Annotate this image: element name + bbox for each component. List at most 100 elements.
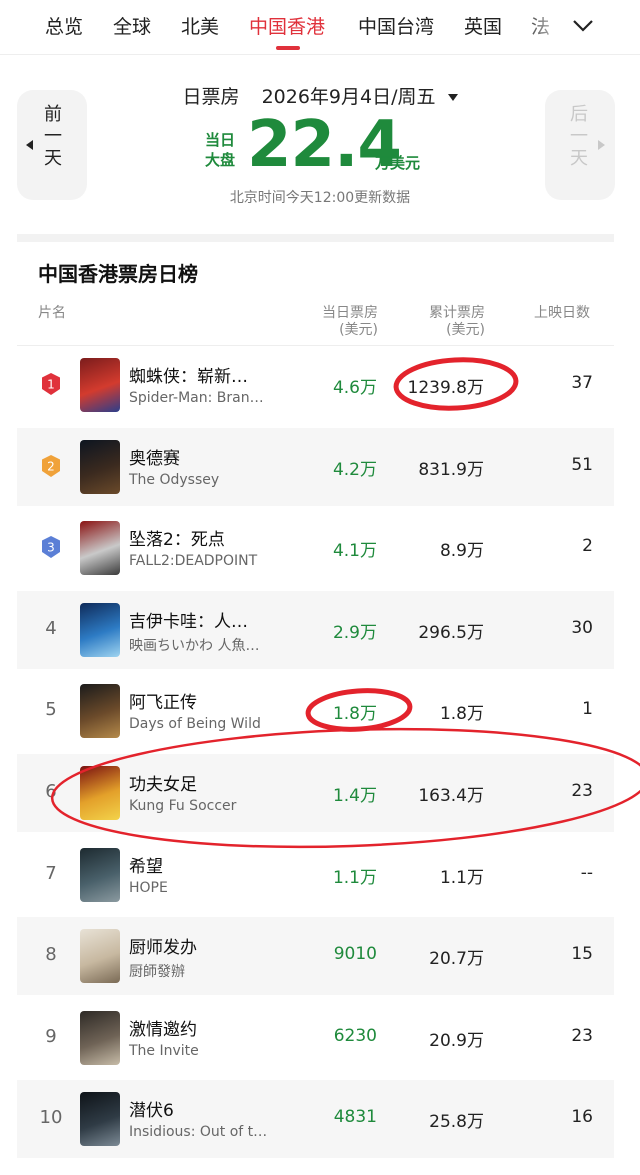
cumulative-gross: 8.9万 xyxy=(439,541,484,562)
table-row[interactable]: 8 厨师发办 厨師發辦 9010 20.7万 15 xyxy=(17,917,614,996)
days-in-release: 37 xyxy=(571,373,593,393)
movie-title-en: FALL2:DEADPOINT xyxy=(129,553,258,570)
tab-taiwan[interactable]: 中国台湾 xyxy=(358,12,434,39)
movie-poster[interactable] xyxy=(80,521,120,576)
movie-poster[interactable] xyxy=(80,358,120,412)
tab-global[interactable]: 全球 xyxy=(113,12,151,39)
movie-title-en: Kung Fu Soccer xyxy=(129,798,237,814)
table-row[interactable]: 5 阿飞正传 Days of Being Wild 1.8万 1.8万 1 xyxy=(17,672,614,750)
days-in-release: 51 xyxy=(571,454,593,475)
days-in-release: 23 xyxy=(571,1025,593,1046)
daily-gross: 9010 xyxy=(333,944,377,965)
col-header-cumulative[interactable]: 累计票房 (美元) xyxy=(425,305,485,339)
movie-title-cn: 奥德赛 xyxy=(129,448,180,469)
daily-gross: 4.2万 xyxy=(332,459,377,480)
days-in-release: -- xyxy=(580,862,593,883)
days-in-release: 23 xyxy=(571,781,593,801)
box-office-header: 前一天 后一天 日票房 2026年9月4日/周五 当日大盘 22.4 万美元 北… xyxy=(0,56,640,236)
cumulative-gross: 831.9万 xyxy=(418,459,484,480)
ranking-title: 中国香港票房日榜 xyxy=(38,262,198,286)
movie-title-cn: 吉伊卡哇：人… xyxy=(129,611,248,632)
movie-title-cn: 蜘蛛侠：崭新… xyxy=(129,367,248,387)
movie-poster[interactable] xyxy=(80,929,120,984)
daily-total: 当日大盘 22.4 万美元 xyxy=(205,112,445,182)
movie-title-cn: 阿飞正传 xyxy=(129,693,197,714)
rank-number: 7 xyxy=(45,862,57,884)
movie-poster[interactable] xyxy=(80,1010,120,1065)
daily-gross: 4.6万 xyxy=(332,378,377,398)
region-tabs: 总览 全球 北美 中国香港 中国台湾 英国 法 xyxy=(0,0,640,55)
col-header-daily[interactable]: 当日票房 (美元) xyxy=(318,305,378,339)
tab-uk[interactable]: 英国 xyxy=(464,12,502,39)
box-office-type: 日票房 xyxy=(182,86,240,108)
selected-date: 2026年9月4日/周五 xyxy=(261,86,436,108)
cumulative-gross: 20.7万 xyxy=(429,949,484,970)
table-row[interactable]: 6 功夫女足 Kung Fu Soccer 1.4万 163.4万 23 xyxy=(17,754,614,832)
col-header-cumulative-label: 累计票房 xyxy=(429,305,485,321)
movie-title-en: Insidious: Out of t… xyxy=(129,1124,268,1141)
chevron-down-icon[interactable] xyxy=(570,14,596,38)
movie-title-cn: 厨师发办 xyxy=(129,938,197,959)
movie-title-en: Days of Being Wild xyxy=(129,716,261,733)
cumulative-gross: 1239.8万 xyxy=(407,378,484,398)
daily-gross: 4.1万 xyxy=(332,541,377,562)
days-in-release: 1 xyxy=(582,699,593,720)
movie-poster[interactable] xyxy=(80,847,120,902)
table-row[interactable]: 10 潜伏6 Insidious: Out of t… 4831 25.8万 1… xyxy=(17,1080,614,1159)
total-label: 当日大盘 xyxy=(205,131,236,169)
cumulative-gross: 1.8万 xyxy=(439,704,484,725)
daily-gross: 1.4万 xyxy=(332,786,377,806)
movie-title-cn: 激情邀约 xyxy=(129,1019,197,1040)
days-in-release: 30 xyxy=(571,617,593,638)
movie-title-en: The Invite xyxy=(129,1042,199,1059)
cumulative-gross: 296.5万 xyxy=(418,622,484,643)
rank-number: 1 xyxy=(47,378,55,392)
next-day-label: 后一天 xyxy=(570,104,588,169)
rank-badge-icon: 1 xyxy=(42,373,60,395)
update-note: 北京时间今天12:00更新数据 xyxy=(229,190,411,206)
movie-title-en: Spider-Man: Bran… xyxy=(129,390,264,406)
days-in-release: 15 xyxy=(571,944,593,965)
rank-number: 2 xyxy=(47,459,55,473)
movie-poster[interactable] xyxy=(80,439,120,494)
tab-north-america[interactable]: 北美 xyxy=(181,12,219,39)
table-row[interactable]: 2 奥德赛 The Odyssey 4.2万 831.9万 51 xyxy=(17,427,614,506)
table-row[interactable]: 7 希望 HOPE 1.1万 1.1万 -- xyxy=(17,836,614,914)
movie-poster[interactable] xyxy=(80,1092,120,1147)
movie-title-en: 厨師發辦 xyxy=(129,964,185,981)
rank-number: 5 xyxy=(45,699,57,721)
movie-poster[interactable] xyxy=(80,684,120,739)
tabs-fade xyxy=(520,0,570,54)
table-row[interactable]: 9 激情邀约 The Invite 6230 20.9万 23 xyxy=(17,999,614,1077)
cumulative-gross: 25.8万 xyxy=(429,1112,484,1133)
caret-down-icon xyxy=(447,94,458,101)
daily-gross: 1.8万 xyxy=(332,704,377,725)
movie-title-cn: 功夫女足 xyxy=(129,775,197,795)
prev-day-label: 前一天 xyxy=(44,104,62,169)
table-row[interactable]: 3 坠落2：死点 FALL2:DEADPOINT 4.1万 8.9万 2 xyxy=(17,509,614,587)
movie-title-cn: 坠落2：死点 xyxy=(129,530,225,551)
col-header-days[interactable]: 上映日数 xyxy=(534,305,590,322)
cumulative-gross: 163.4万 xyxy=(418,786,484,806)
col-header-name: 片名 xyxy=(38,305,66,321)
tab-overview[interactable]: 总览 xyxy=(45,12,83,39)
rank-badge-icon: 3 xyxy=(42,536,60,559)
date-selector[interactable]: 日票房 2026年9月4日/周五 xyxy=(0,82,640,109)
cumulative-gross: 20.9万 xyxy=(429,1030,484,1051)
tab-hong-kong[interactable]: 中国香港 xyxy=(249,12,325,39)
movie-poster[interactable] xyxy=(80,602,120,657)
col-header-daily-unit: (美元) xyxy=(339,322,378,338)
movie-title-en: 映画ちいかわ 人魚… xyxy=(129,637,260,654)
rank-number: 10 xyxy=(39,1107,63,1129)
rank-number: 8 xyxy=(45,944,57,966)
daily-gross: 6230 xyxy=(333,1025,377,1046)
movie-title-cn: 希望 xyxy=(129,856,163,877)
movie-title-cn: 潜伏6 xyxy=(129,1101,174,1122)
days-in-release: 2 xyxy=(582,536,593,557)
table-row[interactable]: 1 蜘蛛侠：崭新… Spider-Man: Bran… 4.6万 1239.8万… xyxy=(17,346,614,424)
movie-poster[interactable] xyxy=(80,766,120,820)
daily-gross: 2.9万 xyxy=(332,622,377,643)
movie-title-en: The Odyssey xyxy=(129,471,220,488)
table-row[interactable]: 4 吉伊卡哇：人… 映画ちいかわ 人魚… 2.9万 296.5万 30 xyxy=(17,590,614,669)
rank-number: 6 xyxy=(45,781,57,802)
